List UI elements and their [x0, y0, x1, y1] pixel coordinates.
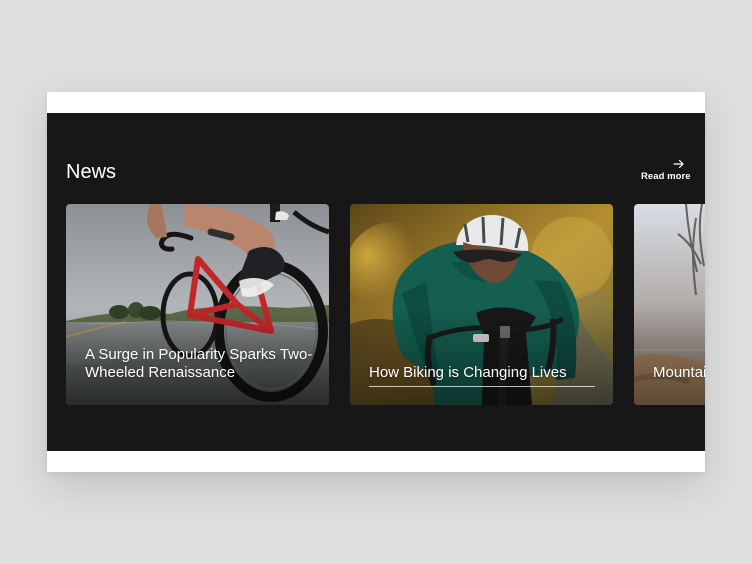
title-underline [369, 386, 595, 387]
caption-shade [634, 305, 705, 405]
browser-frame: News Read more A Surge in Popularity Spa… [47, 92, 705, 472]
read-more-link[interactable]: Read more [631, 159, 691, 183]
news-card-2[interactable]: How Biking is Changing Lives [350, 204, 613, 405]
arrow-right-icon [673, 159, 684, 169]
section-title: News [66, 161, 117, 183]
card-title: A Surge in Popularity Sparks Two-Wheeled… [85, 346, 313, 381]
read-more-label: Read more [641, 171, 691, 182]
news-card-3[interactable]: Mountain Biking Popularity [634, 204, 705, 405]
card-title: Mountain Biking Popularity [653, 364, 705, 381]
news-section: News Read more A Surge in Popularity Spa… [47, 113, 705, 451]
caption-shade [350, 305, 613, 405]
news-card-1[interactable]: A Surge in Popularity Sparks Two-Wheeled… [66, 204, 329, 405]
card-title: How Biking is Changing Lives [369, 364, 567, 381]
